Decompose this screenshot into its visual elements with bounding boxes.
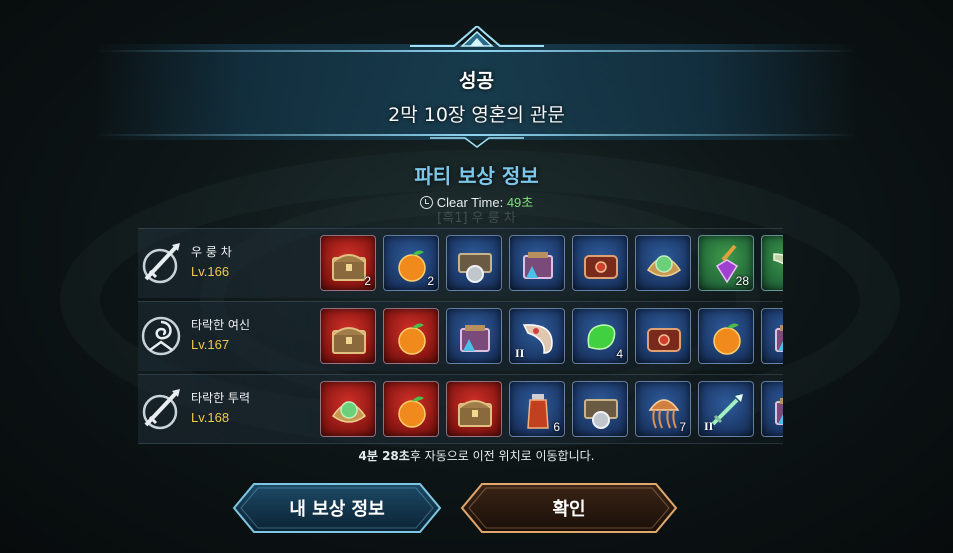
reward-items: II 4 [320, 308, 783, 364]
reward-item[interactable] [761, 381, 783, 437]
banner-bottom-ornament-icon [430, 137, 524, 148]
item-count: 2 [427, 274, 434, 288]
member-row: 우 룽 차 Lv.166 2 2 28 [138, 228, 783, 298]
item-count: 28 [735, 274, 749, 288]
crystal-box-icon [775, 325, 783, 352]
red-chest-icon [584, 255, 618, 279]
reward-item[interactable] [446, 235, 502, 291]
my-reward-button-label: 내 보상 정보 [289, 499, 385, 520]
item-grade: II [704, 419, 714, 433]
member-name: 우 룽 차 [191, 245, 232, 259]
reward-item[interactable] [572, 235, 628, 291]
item-count: 6 [553, 420, 560, 434]
sword-emblem-icon [142, 243, 180, 284]
stage-title: 2막 10장 영혼의 관문 [388, 104, 565, 126]
coin-chest-icon [584, 399, 618, 429]
reward-item[interactable]: 7 [635, 381, 691, 437]
reward-item[interactable] [446, 381, 502, 437]
sword-emblem-icon [142, 389, 180, 430]
faded-member-label: [흑1] 우 룽 차 [437, 211, 516, 226]
member-row: 타락한 여신 Lv.167 II 4 [138, 301, 783, 371]
banner-crest-icon [410, 26, 544, 47]
green-slime-icon [587, 324, 616, 350]
reward-item[interactable] [446, 308, 502, 364]
reward-item[interactable] [698, 308, 754, 364]
red-chest-icon [647, 328, 681, 352]
reward-item[interactable] [383, 308, 439, 364]
spiral-emblem-icon [141, 316, 181, 356]
member-name: 타락한 투력 [191, 391, 251, 405]
orange-fruit-icon [398, 250, 426, 282]
reward-item[interactable]: 28 [698, 235, 754, 291]
member-row: 타락한 투력 Lv.168 6 7 II [138, 374, 783, 444]
reward-item[interactable]: 4 [572, 308, 628, 364]
treasure-chest-icon [332, 254, 366, 281]
member-name: 타락한 여신 [191, 318, 251, 332]
treasure-chest-icon [458, 400, 492, 427]
crystal-box-icon [460, 325, 490, 352]
crystal-box-icon [775, 398, 783, 425]
reward-item[interactable] [635, 235, 691, 291]
party-reward-list: 우 룽 차 Lv.166 2 2 28 타락한 여신 Lv.167 II 4 타락한 … [138, 228, 783, 447]
reward-item[interactable]: II [698, 381, 754, 437]
auto-return-text: 후 자동으로 이전 위치로 이동합니다. [409, 449, 595, 463]
reward-item[interactable] [761, 308, 783, 364]
auto-return-notice: 4분 28초후 자동으로 이전 위치로 이동합니다. [0, 447, 953, 464]
orange-fruit-icon [398, 323, 426, 355]
reward-items: 6 7 II [320, 381, 783, 437]
member-level: Lv.166 [191, 264, 230, 279]
orange-fruit-icon [398, 396, 426, 428]
reward-item[interactable] [509, 235, 565, 291]
green-orb-icon [646, 255, 682, 277]
reward-item[interactable]: 2 [320, 235, 376, 291]
auto-return-countdown: 4분 28초 [358, 449, 410, 463]
reward-item[interactable] [572, 381, 628, 437]
confirm-button-label: 확인 [552, 499, 586, 520]
reward-item[interactable] [761, 235, 783, 291]
member-level: Lv.168 [191, 410, 230, 425]
party-reward-title: 파티 보상 정보 [414, 164, 539, 188]
confirm-button[interactable]: 확인 [460, 482, 678, 534]
reward-item[interactable] [635, 308, 691, 364]
reward-item[interactable] [383, 381, 439, 437]
item-count: 2 [364, 274, 371, 288]
reward-item[interactable]: 6 [509, 381, 565, 437]
reward-item[interactable]: II [509, 308, 565, 364]
reward-items: 2 2 28 [320, 235, 783, 291]
coin-chest-icon [458, 253, 492, 283]
reward-item[interactable] [320, 308, 376, 364]
member-level: Lv.167 [191, 337, 230, 352]
reward-item[interactable]: 2 [383, 235, 439, 291]
my-reward-button[interactable]: 내 보상 정보 [232, 482, 442, 534]
item-count: 4 [616, 347, 623, 361]
item-count: 7 [679, 420, 686, 434]
orange-fruit-icon [713, 323, 741, 355]
jellyfish-icon [648, 399, 680, 429]
item-grade: II [515, 346, 525, 360]
crystal-box-icon [523, 252, 553, 279]
green-orb-icon [331, 401, 367, 423]
horn-icon [773, 253, 783, 265]
potion-bottle-icon [527, 394, 549, 429]
reward-item[interactable] [320, 381, 376, 437]
result-title: 성공 [459, 70, 494, 92]
treasure-chest-icon [332, 327, 366, 354]
